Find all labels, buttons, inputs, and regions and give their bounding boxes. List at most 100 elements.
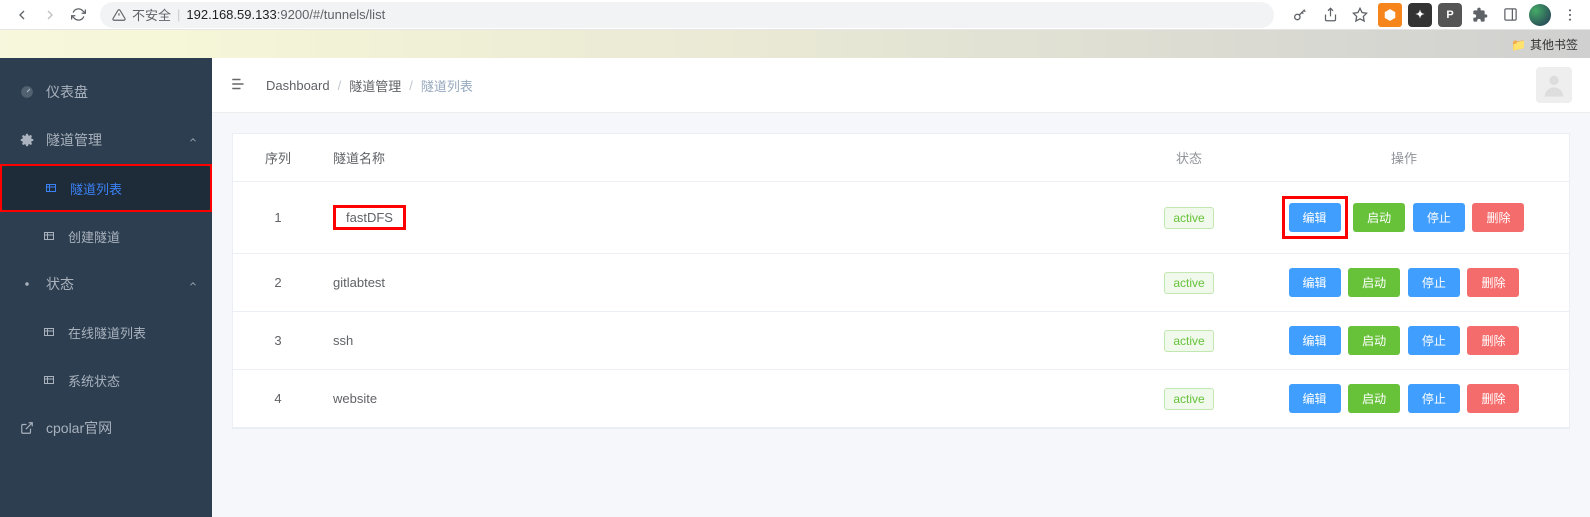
delete-button[interactable]: 删除 bbox=[1467, 268, 1519, 297]
delete-button[interactable]: 删除 bbox=[1472, 203, 1524, 232]
sidebar-item-cpolar[interactable]: cpolar官网 bbox=[0, 404, 212, 452]
tunnel-name-highlight: fastDFS bbox=[333, 205, 406, 230]
gear-icon bbox=[18, 277, 36, 291]
table-icon bbox=[40, 326, 58, 338]
cell-name: website bbox=[323, 370, 1139, 428]
breadcrumb: Dashboard / 隧道管理 / 隧道列表 bbox=[266, 76, 473, 95]
key-icon[interactable] bbox=[1288, 3, 1312, 27]
gear-icon bbox=[18, 133, 36, 147]
start-button[interactable]: 启动 bbox=[1353, 203, 1405, 232]
breadcrumb-dashboard[interactable]: Dashboard bbox=[266, 78, 330, 93]
panel-icon[interactable] bbox=[1498, 3, 1522, 27]
forward-button[interactable] bbox=[36, 1, 64, 29]
stop-button[interactable]: 停止 bbox=[1408, 384, 1460, 413]
breadcrumb-sep: / bbox=[409, 78, 413, 93]
external-link-icon bbox=[18, 421, 36, 435]
edit-button[interactable]: 编辑 bbox=[1289, 268, 1341, 297]
status-badge: active bbox=[1164, 330, 1213, 352]
status-badge: active bbox=[1164, 272, 1213, 294]
table-icon bbox=[40, 230, 58, 242]
bookmark-folder[interactable]: 📁 其他书签 bbox=[1511, 36, 1578, 53]
bookmark-other-label: 其他书签 bbox=[1530, 38, 1578, 52]
sidebar-label: 隧道管理 bbox=[46, 130, 102, 150]
sidebar-item-sys-status[interactable]: 系统状态 bbox=[0, 356, 212, 404]
sidebar-label: 系统状态 bbox=[68, 371, 120, 390]
delete-button[interactable]: 删除 bbox=[1467, 384, 1519, 413]
url-host: 192.168.59.133 bbox=[186, 7, 276, 22]
insecure-icon bbox=[112, 8, 126, 22]
extension-icon-2[interactable]: ✦ bbox=[1408, 3, 1432, 27]
menu-toggle-icon[interactable] bbox=[230, 75, 248, 96]
chevron-up-icon bbox=[188, 276, 198, 292]
stop-button[interactable]: 停止 bbox=[1408, 326, 1460, 355]
start-button[interactable]: 启动 bbox=[1348, 268, 1400, 297]
stop-button[interactable]: 停止 bbox=[1408, 268, 1460, 297]
chevron-up-icon bbox=[188, 132, 198, 148]
folder-icon: 📁 bbox=[1511, 38, 1526, 52]
sidebar-item-status[interactable]: 状态 bbox=[0, 260, 212, 308]
topbar: Dashboard / 隧道管理 / 隧道列表 bbox=[212, 58, 1590, 113]
tunnel-table: 序列 隧道名称 状态 操作 1 fastDFS active 编辑 bbox=[232, 133, 1570, 429]
cell-actions: 编辑 启动 停止 删除 bbox=[1239, 182, 1569, 254]
cell-status: active bbox=[1139, 254, 1239, 312]
sidebar-item-tunnel-mgmt[interactable]: 隧道管理 bbox=[0, 116, 212, 164]
table-header-row: 序列 隧道名称 状态 操作 bbox=[233, 134, 1569, 182]
share-icon[interactable] bbox=[1318, 3, 1342, 27]
sidebar: 仪表盘 隧道管理 隧道列表 创建隧道 状态 在线隧道列表 系统状态 bbox=[0, 58, 212, 517]
start-button[interactable]: 启动 bbox=[1348, 384, 1400, 413]
edit-button[interactable]: 编辑 bbox=[1289, 203, 1341, 232]
breadcrumb-current: 隧道列表 bbox=[421, 76, 473, 95]
extension-metamask-icon[interactable] bbox=[1378, 3, 1402, 27]
separator: | bbox=[177, 7, 180, 22]
extension-icon-p[interactable]: P bbox=[1438, 3, 1462, 27]
extensions-icon[interactable] bbox=[1468, 3, 1492, 27]
sidebar-label: cpolar官网 bbox=[46, 418, 112, 438]
breadcrumb-sep: / bbox=[338, 78, 342, 93]
cell-actions: 编辑 启动 停止 删除 bbox=[1239, 312, 1569, 370]
cell-actions: 编辑 启动 停止 删除 bbox=[1239, 254, 1569, 312]
browser-toolbar: 不安全 | 192.168.59.133 :9200/#/tunnels/lis… bbox=[0, 0, 1590, 30]
bookmarks-bar: 📁 其他书签 bbox=[0, 30, 1590, 58]
sidebar-item-tunnel-create[interactable]: 创建隧道 bbox=[0, 212, 212, 260]
edit-button[interactable]: 编辑 bbox=[1289, 384, 1341, 413]
cell-name: ssh bbox=[323, 312, 1139, 370]
cell-name: fastDFS bbox=[323, 182, 1139, 254]
cell-seq: 1 bbox=[233, 182, 323, 254]
content: 序列 隧道名称 状态 操作 1 fastDFS active 编辑 bbox=[212, 113, 1590, 449]
cell-status: active bbox=[1139, 182, 1239, 254]
cell-seq: 4 bbox=[233, 370, 323, 428]
cell-seq: 2 bbox=[233, 254, 323, 312]
address-bar[interactable]: 不安全 | 192.168.59.133 :9200/#/tunnels/lis… bbox=[100, 2, 1274, 28]
cell-actions: 编辑 启动 停止 删除 bbox=[1239, 370, 1569, 428]
status-badge: active bbox=[1164, 388, 1213, 410]
sidebar-item-dashboard[interactable]: 仪表盘 bbox=[0, 68, 212, 116]
back-button[interactable] bbox=[8, 1, 36, 29]
sidebar-item-tunnel-list[interactable]: 隧道列表 bbox=[0, 164, 212, 212]
cell-name: gitlabtest bbox=[323, 254, 1139, 312]
reload-button[interactable] bbox=[64, 1, 92, 29]
sidebar-label: 创建隧道 bbox=[68, 227, 120, 246]
main-area: Dashboard / 隧道管理 / 隧道列表 序列 隧道名称 状态 bbox=[212, 58, 1590, 517]
edit-button[interactable]: 编辑 bbox=[1289, 326, 1341, 355]
cell-status: active bbox=[1139, 312, 1239, 370]
header-name: 隧道名称 bbox=[323, 134, 1139, 182]
header-status: 状态 bbox=[1139, 134, 1239, 182]
sidebar-item-online-list[interactable]: 在线隧道列表 bbox=[0, 308, 212, 356]
header-action: 操作 bbox=[1239, 134, 1569, 182]
breadcrumb-tunnel-mgmt[interactable]: 隧道管理 bbox=[349, 76, 401, 95]
user-avatar[interactable] bbox=[1536, 67, 1572, 103]
table-icon bbox=[40, 374, 58, 386]
star-icon[interactable] bbox=[1348, 3, 1372, 27]
start-button[interactable]: 启动 bbox=[1348, 326, 1400, 355]
table-row: 4 website active 编辑 启动 停止 删除 bbox=[233, 370, 1569, 428]
table-row: 2 gitlabtest active 编辑 启动 停止 删除 bbox=[233, 254, 1569, 312]
app-root: 仪表盘 隧道管理 隧道列表 创建隧道 状态 在线隧道列表 系统状态 bbox=[0, 58, 1590, 517]
sidebar-label: 状态 bbox=[46, 274, 74, 294]
stop-button[interactable]: 停止 bbox=[1413, 203, 1465, 232]
insecure-label: 不安全 bbox=[132, 5, 171, 24]
cell-seq: 3 bbox=[233, 312, 323, 370]
kebab-menu-icon[interactable] bbox=[1558, 3, 1582, 27]
profile-avatar[interactable] bbox=[1528, 3, 1552, 27]
delete-button[interactable]: 删除 bbox=[1467, 326, 1519, 355]
status-badge: active bbox=[1164, 207, 1213, 229]
